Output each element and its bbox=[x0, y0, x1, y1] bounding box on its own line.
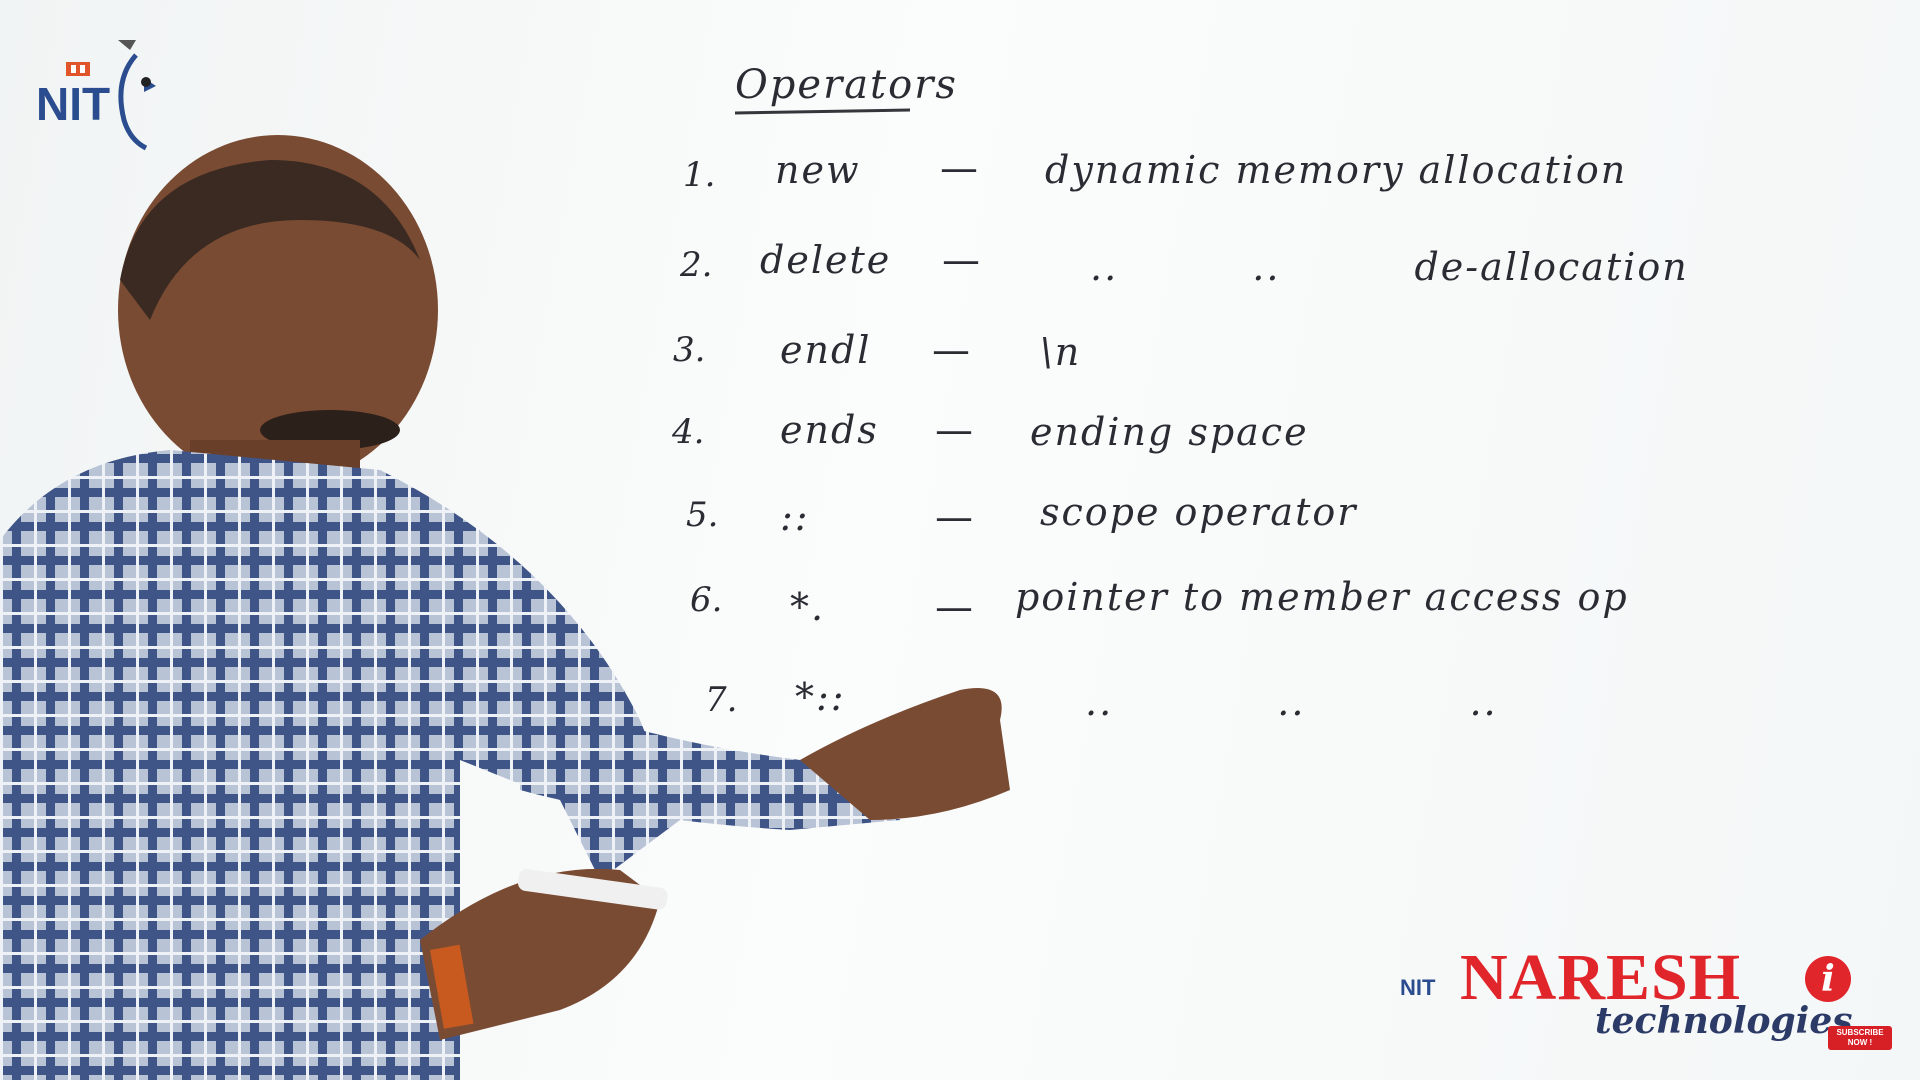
nit-logo: NIT bbox=[36, 40, 156, 151]
row-2-number: 2. bbox=[680, 245, 713, 285]
row-7-description: .. .. .. bbox=[1085, 680, 1498, 724]
row-5-dash: — bbox=[935, 495, 973, 539]
row-5-operator: :: bbox=[780, 495, 810, 539]
row-3-operator: endl bbox=[780, 328, 872, 372]
row-6-number: 6. bbox=[690, 580, 723, 620]
row-7-operator: *:: bbox=[795, 675, 846, 719]
board-title: Operators bbox=[735, 62, 958, 108]
row-7-dash: — bbox=[935, 680, 973, 724]
row-3-description: \n bbox=[1040, 330, 1082, 374]
brand-subtitle: technologies bbox=[1595, 1000, 1853, 1042]
row-1-number: 1. bbox=[683, 155, 716, 195]
row-2-dash: — bbox=[942, 238, 980, 282]
row-4-number: 4. bbox=[672, 412, 705, 452]
subscribe-button[interactable]: SUBSCRIBE NOW ! bbox=[1828, 1026, 1892, 1050]
row-4-dash: — bbox=[935, 408, 973, 452]
row-4-operator: ends bbox=[780, 408, 879, 452]
row-6-description: pointer to member access op bbox=[1015, 575, 1629, 619]
subscribe-sublabel: NOW ! bbox=[1847, 1038, 1873, 1047]
row-2-operator: delete bbox=[760, 238, 892, 282]
row-1-operator: new bbox=[775, 148, 861, 192]
nit-logo-text: NIT bbox=[36, 78, 110, 130]
row-3-number: 3. bbox=[673, 330, 706, 370]
row-1-description: dynamic memory allocation bbox=[1045, 148, 1628, 192]
row-5-number: 5. bbox=[686, 495, 719, 535]
row-4-description: ending space bbox=[1030, 410, 1309, 454]
row-6-operator: *. bbox=[790, 585, 826, 629]
brand-i-badge: i bbox=[1805, 956, 1851, 1002]
row-6-dash: — bbox=[935, 585, 973, 629]
naresh-technologies-logo: NIT NARESH i technologies bbox=[1400, 940, 1900, 1070]
brand-mini-logo: NIT bbox=[1400, 975, 1436, 1000]
subscribe-label: SUBSCRIBE bbox=[1836, 1028, 1884, 1037]
row-1-dash: — bbox=[940, 146, 978, 190]
row-7-number: 7. bbox=[705, 680, 738, 720]
row-5-description: scope operator bbox=[1040, 490, 1358, 534]
row-2-description: .. .. de-allocation bbox=[1090, 245, 1689, 289]
row-3-dash: — bbox=[932, 328, 970, 372]
